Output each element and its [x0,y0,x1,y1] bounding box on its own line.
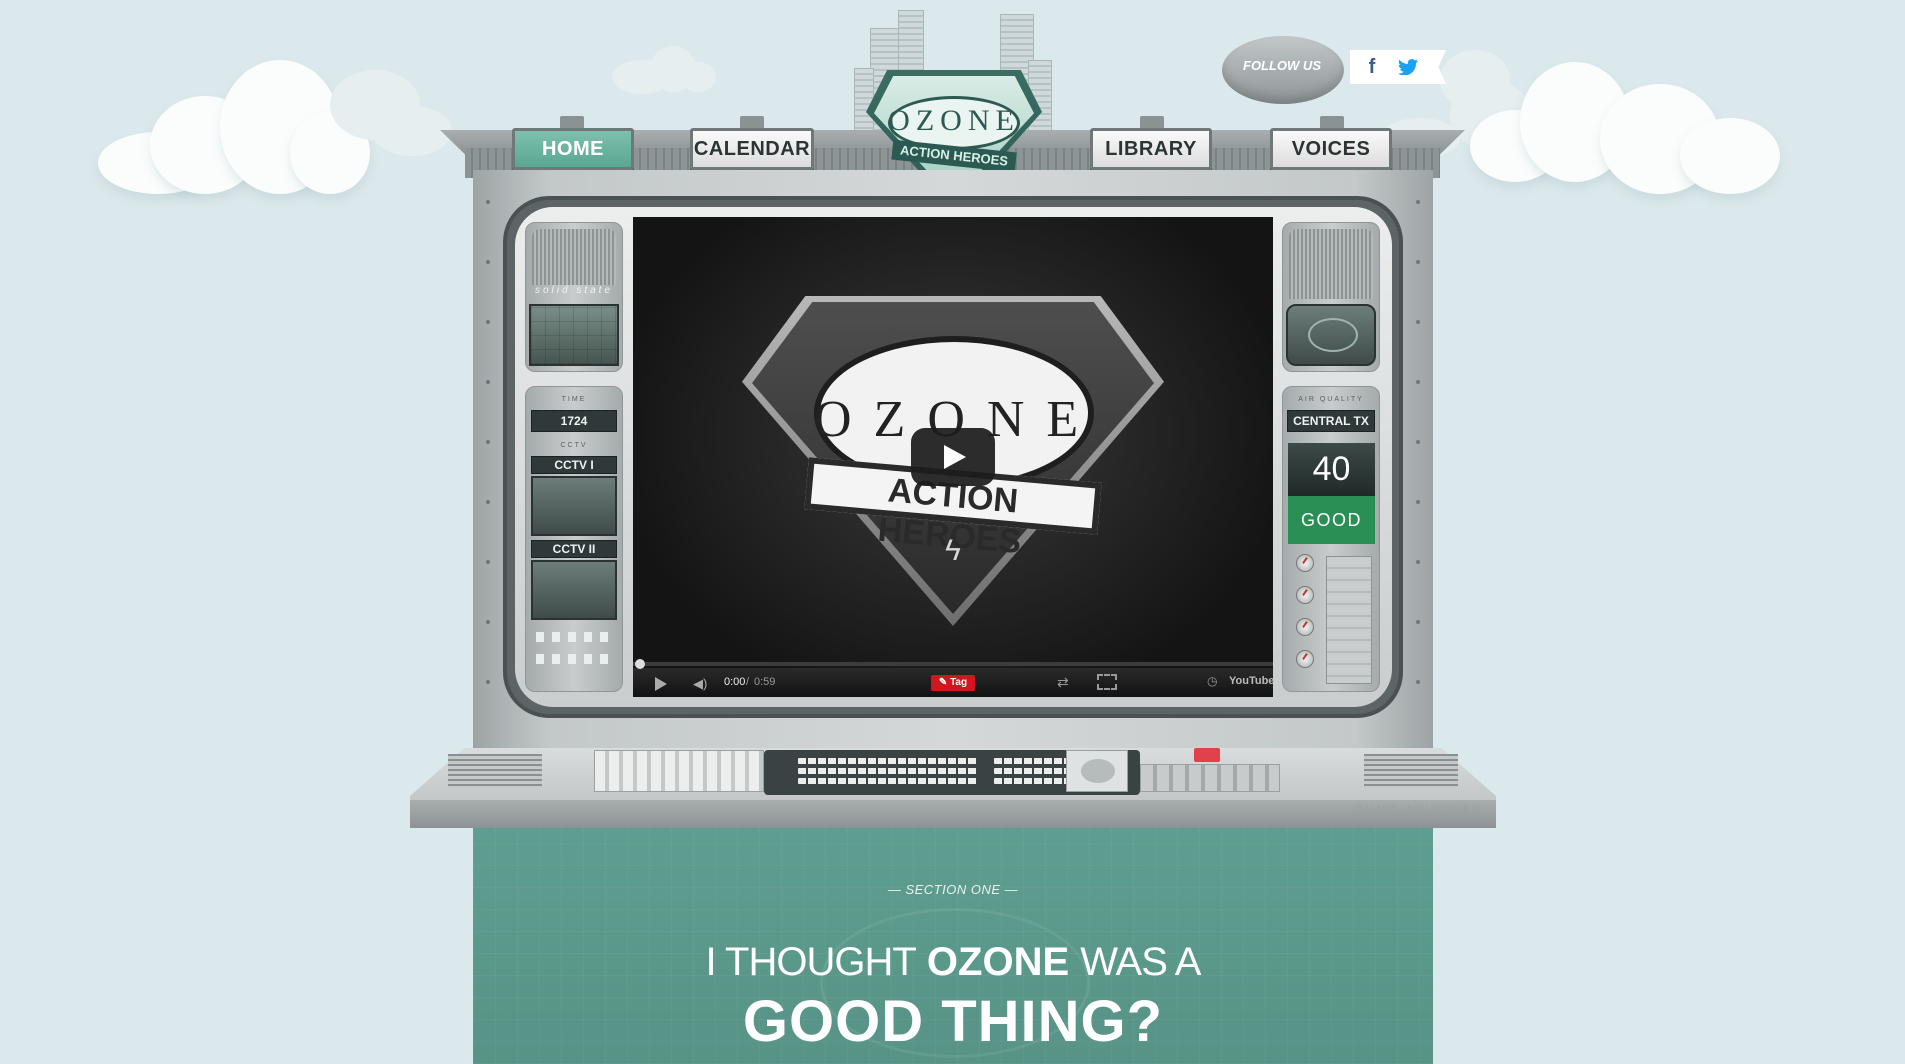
facebook-icon[interactable]: f [1354,50,1390,84]
cctv-label: CCTV [560,442,588,449]
volume-icon[interactable]: ◀) [693,676,707,692]
nav-calendar-button[interactable]: CALENDAR [690,128,814,170]
console-switches-left[interactable] [594,750,764,792]
youtube-logo[interactable]: YouTube [1229,675,1274,687]
red-button[interactable] [1194,748,1220,762]
time-display: 1724 [531,410,617,432]
video-time-current: 0:00 [724,676,746,688]
maker-label: CAMPO INDUSTRIES [1353,804,1480,816]
aqi-status: GOOD [1288,496,1375,544]
video-progress-handle[interactable] [635,659,645,669]
console-vent-right [1364,754,1458,788]
video-time-total: 0:59 [754,676,776,688]
tag-label: Tag [950,677,968,688]
headline-line2: GOOD THING? [742,989,1164,1054]
nav-library-button[interactable]: LIBRARY [1090,128,1212,170]
console-vent-left [448,754,542,788]
cctv1-label: CCTV I [531,456,617,474]
brand-label: solid state [534,285,614,296]
location-display: CENTRAL TX [1287,410,1375,432]
cctv2-label: CCTV II [531,540,617,558]
console-dial[interactable] [1066,750,1128,792]
follow-us-label: FOLLOW US [1243,58,1321,73]
clock-icon[interactable]: ◷ [1207,674,1217,688]
air-quality-label: AIR QUALITY [1298,396,1364,403]
tag-icon: ✎ [938,677,951,688]
console-edge [410,800,1496,828]
headline-thin1: I THOUGHT [705,940,917,984]
radar-monitor [1286,304,1376,366]
headline-bold: OZONE [926,940,1070,984]
logo-title: OZONE [888,104,1020,137]
time-separator: / [746,676,750,688]
cctv2-screen[interactable] [531,560,617,620]
headline-thin2: WAS A [1080,940,1201,984]
time-label: TIME [561,396,587,403]
video-play-button[interactable] [911,428,995,486]
play-icon[interactable] [655,677,667,691]
video-progress-track[interactable] [633,662,1273,666]
video-controls: ◀) 0:00 / 0:59 ✎ Tag ⇄ ◷ YouTube [633,659,1274,697]
tag-button[interactable]: ✎ Tag [931,675,975,691]
twitter-icon[interactable] [1390,50,1426,84]
aqi-value: 40 [1288,443,1375,496]
grid-monitor [529,304,619,366]
video-lightning-icon: ϟ [945,534,961,567]
section-label: — SECTION ONE — [887,882,1019,897]
nav-home-button[interactable]: HOME [512,128,634,170]
console-switches-right[interactable] [1140,764,1280,792]
headline-line1: I THOUGHT OZONE WAS A [473,940,1433,985]
share-icon[interactable]: ⇄ [1057,674,1069,691]
fullscreen-icon[interactable] [1097,674,1117,690]
cctv1-screen[interactable] [531,476,617,536]
nav-voices-button[interactable]: VOICES [1270,128,1392,170]
